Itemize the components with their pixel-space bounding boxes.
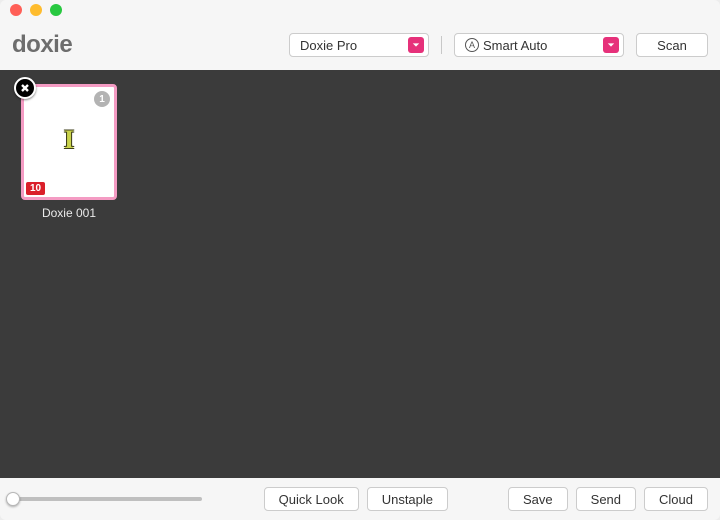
thumbnail-wrap: 1 I 10 Doxie 001 [14, 84, 124, 220]
save-button[interactable]: Save [508, 487, 568, 511]
save-label: Save [523, 492, 553, 507]
page-count-badge: 1 [94, 91, 110, 107]
send-label: Send [591, 492, 621, 507]
device-select[interactable]: Doxie Pro [289, 33, 429, 57]
zoom-slider-knob[interactable] [6, 492, 20, 506]
app-logo: doxie [12, 31, 277, 59]
unstaple-button[interactable]: Unstaple [367, 487, 448, 511]
app-window: doxie Doxie Pro A Smart Auto Scan [0, 0, 720, 520]
chevron-down-icon [408, 37, 424, 53]
quick-look-label: Quick Look [279, 492, 344, 507]
cloud-button[interactable]: Cloud [644, 487, 708, 511]
auto-mode-icon: A [465, 38, 479, 52]
mode-select[interactable]: A Smart Auto [454, 33, 624, 57]
scan-thumbnail-label: Doxie 001 [42, 206, 96, 220]
zoom-window-button[interactable] [50, 4, 62, 16]
footer-group-primary: Quick Look Unstaple [264, 487, 448, 511]
cloud-label: Cloud [659, 492, 693, 507]
scan-thumbnail[interactable]: 1 I 10 [21, 84, 117, 200]
scan-button-label: Scan [657, 38, 687, 53]
scan-stage: 1 I 10 Doxie 001 [0, 70, 720, 478]
zoom-slider[interactable] [12, 497, 202, 501]
footer: Quick Look Unstaple Save Send Cloud [0, 478, 720, 520]
quick-look-button[interactable]: Quick Look [264, 487, 359, 511]
toolbar: doxie Doxie Pro A Smart Auto Scan [0, 20, 720, 70]
send-button[interactable]: Send [576, 487, 636, 511]
device-select-label: Doxie Pro [300, 38, 357, 53]
footer-group-export: Save Send Cloud [508, 487, 708, 511]
minimize-window-button[interactable] [30, 4, 42, 16]
red-badge: 10 [26, 182, 45, 195]
toolbar-separator [441, 36, 442, 54]
chevron-down-icon [603, 37, 619, 53]
delete-scan-button[interactable] [14, 77, 36, 99]
close-window-button[interactable] [10, 4, 22, 16]
titlebar [0, 0, 720, 20]
scan-button[interactable]: Scan [636, 33, 708, 57]
mode-select-label: Smart Auto [483, 38, 547, 53]
scan-art-icon: I [64, 125, 74, 155]
unstaple-label: Unstaple [382, 492, 433, 507]
